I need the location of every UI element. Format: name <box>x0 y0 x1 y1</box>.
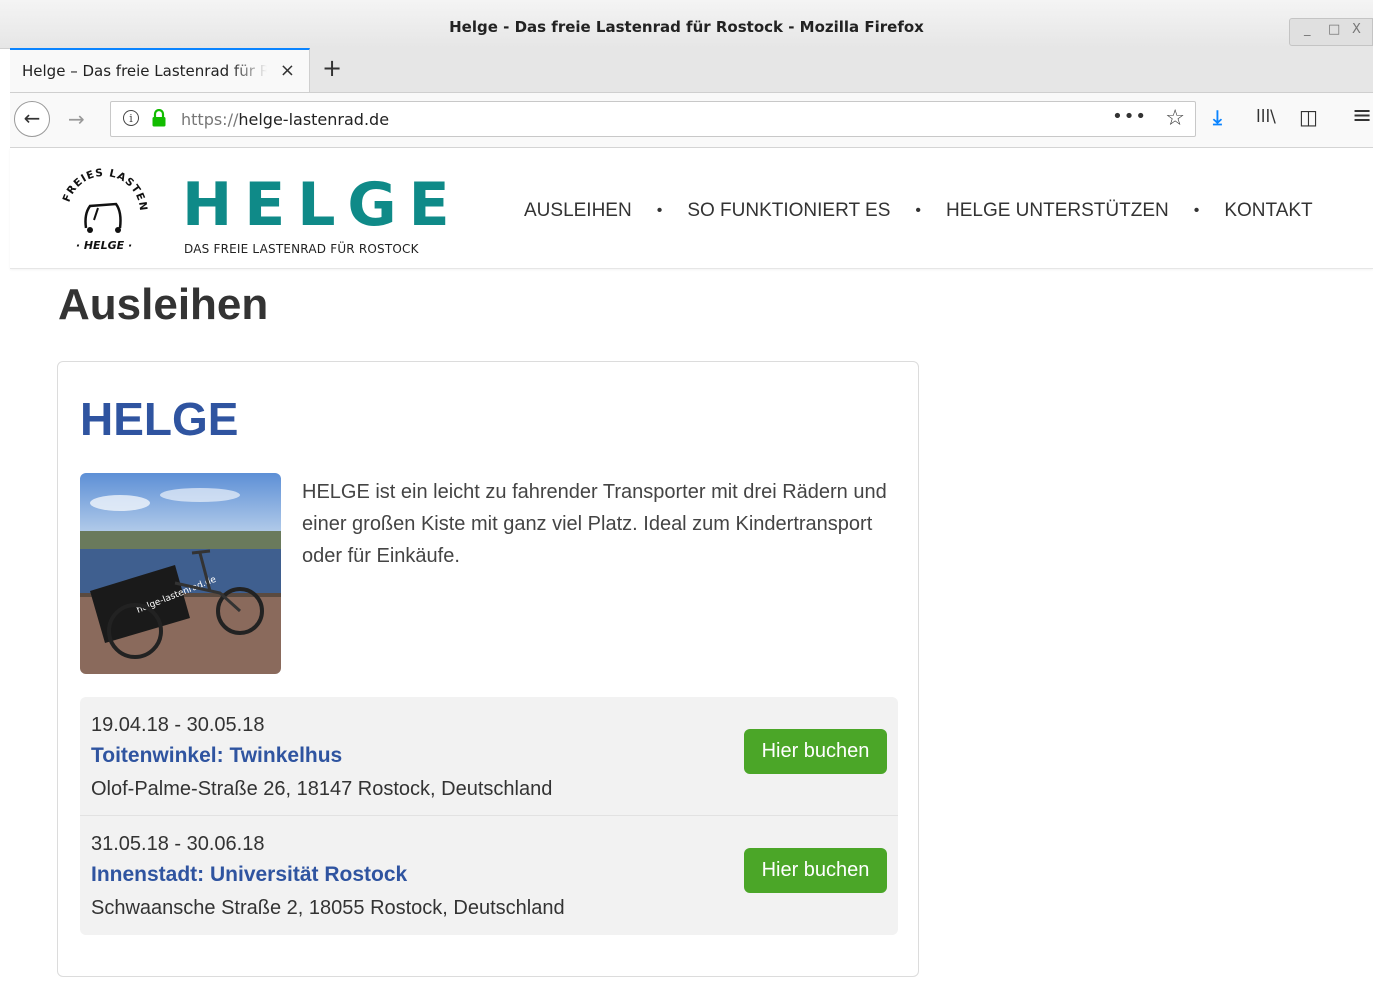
nav-kontakt[interactable]: KONTAKT <box>1224 200 1312 222</box>
back-button[interactable]: ← <box>14 101 50 137</box>
new-tab-button[interactable]: + <box>322 54 342 82</box>
url-text[interactable]: https://helge-lastenrad.de <box>181 110 389 129</box>
nav-ausleihen[interactable]: AUSLEIHEN <box>524 200 632 222</box>
nav-helge-unterstuetzen[interactable]: HELGE UNTERSTÜTZEN <box>946 200 1169 222</box>
minimize-button[interactable]: _ <box>1304 22 1311 37</box>
badge-text-bottom: · HELGE · <box>76 239 132 252</box>
bookmark-star-icon[interactable]: ☆ <box>1165 106 1185 131</box>
logo-badge[interactable]: DEIN FREIES LASTENRAD · HELGE · <box>54 158 154 258</box>
menu-icon[interactable]: ≡ <box>1352 101 1372 129</box>
booking-slot-list: 19.04.18 - 30.05.18 Toitenwinkel: Twinke… <box>80 697 898 935</box>
nav-toolbar: ← → i https://helge-lastenrad.de ••• ☆ ⤓… <box>10 93 1373 148</box>
booking-slot: 31.05.18 - 30.06.18 Innenstadt: Universi… <box>80 816 898 935</box>
nav-separator: • <box>1193 202 1200 219</box>
book-button[interactable]: Hier buchen <box>744 729 887 774</box>
page-title: Ausleihen <box>58 280 269 329</box>
brand-tagline: DAS FREIE LASTENRAD FÜR ROSTOCK <box>184 242 419 256</box>
maximize-button[interactable]: □ <box>1328 22 1340 37</box>
sidebar-icon[interactable]: ◫ <box>1299 105 1318 129</box>
tab-active[interactable]: Helge – Das freie Lastenrad für Rostock … <box>10 48 310 92</box>
book-button[interactable]: Hier buchen <box>744 848 887 893</box>
item-description: HELGE ist ein leicht zu fahrender Transp… <box>302 481 887 567</box>
item-card: HELGE helge-lastenrad.de HELGE ist ein l… <box>57 361 919 977</box>
nav-so-funktioniert-es[interactable]: SO FUNKTIONIERT ES <box>687 200 890 222</box>
window-titlebar: Helge - Das freie Lastenrad für Rostock … <box>0 0 1373 49</box>
tab-close-icon[interactable]: × <box>280 60 295 81</box>
slot-dates: 19.04.18 - 30.05.18 <box>91 714 265 736</box>
info-icon[interactable]: i <box>123 110 139 126</box>
main-nav: AUSLEIHEN • SO FUNKTIONIERT ES • HELGE U… <box>524 200 1313 222</box>
library-icon[interactable]: lll\ <box>1256 107 1276 127</box>
url-host: helge-lastenrad.de <box>238 110 390 129</box>
url-protocol: https:// <box>181 110 239 129</box>
slot-location-link[interactable]: Toitenwinkel: Twinkelhus <box>91 744 342 768</box>
tab-strip: Helge – Das freie Lastenrad für Rostock … <box>10 48 1373 93</box>
site-header: DEIN FREIES LASTENRAD · HELGE · HELGE DA… <box>10 148 1373 269</box>
cargo-bike-photo[interactable]: helge-lastenrad.de <box>80 473 281 674</box>
tab-label: Helge – Das freie Lastenrad für Rostock <box>22 62 267 80</box>
lock-icon <box>152 109 166 127</box>
slot-location-link[interactable]: Innenstadt: Universität Rostock <box>91 863 407 887</box>
slot-address: Schwaansche Straße 2, 18055 Rostock, Deu… <box>91 897 565 919</box>
close-window-button[interactable]: X <box>1352 22 1361 37</box>
window-title: Helge - Das freie Lastenrad für Rostock … <box>449 18 924 36</box>
nav-separator: • <box>656 202 663 219</box>
slot-address: Olof-Palme-Straße 26, 18147 Rostock, Deu… <box>91 778 553 800</box>
download-icon[interactable]: ⤓ <box>1213 105 1222 129</box>
brand-wordmark[interactable]: HELGE <box>182 174 462 236</box>
url-bar[interactable]: i https://helge-lastenrad.de ••• ☆ <box>110 101 1196 137</box>
slot-dates: 31.05.18 - 30.06.18 <box>91 833 265 855</box>
forward-button[interactable]: → <box>68 107 85 131</box>
window-controls: _ □ X <box>1289 18 1373 46</box>
item-title[interactable]: HELGE <box>80 392 238 446</box>
nav-separator: • <box>915 202 921 219</box>
page-actions-icon[interactable]: ••• <box>1112 106 1147 127</box>
booking-slot: 19.04.18 - 30.05.18 Toitenwinkel: Twinke… <box>80 697 898 816</box>
